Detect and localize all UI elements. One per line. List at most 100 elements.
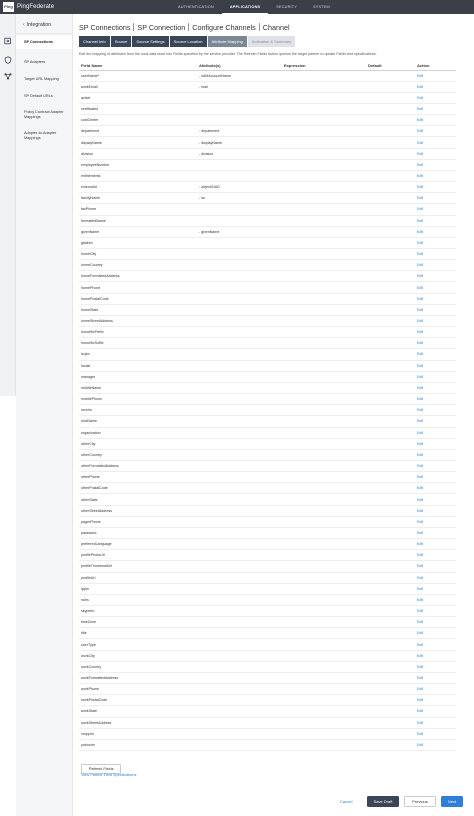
edit-link[interactable]: Edit	[417, 475, 423, 479]
edit-link[interactable]: Edit	[417, 665, 423, 669]
sidebar-item-adapter-to-adapter-mappings[interactable]: Adapter-to-Adapter Mappings	[16, 130, 72, 142]
edit-link[interactable]: Edit	[417, 531, 423, 535]
edit-link[interactable]: Edit	[417, 609, 423, 613]
edit-link[interactable]: Edit	[417, 709, 423, 713]
edit-link[interactable]: Edit	[417, 564, 423, 568]
sidebar-item-sp-default-urls[interactable]: SP Default URLs	[16, 92, 72, 100]
tab-source-location[interactable]: Source Location	[169, 36, 207, 47]
edit-link[interactable]: Edit	[417, 341, 423, 345]
edit-link[interactable]: Edit	[417, 687, 423, 691]
next-button[interactable]: Next	[441, 796, 463, 807]
edit-link[interactable]: Edit	[417, 107, 423, 111]
nav-applications[interactable]: APPLICATIONS	[221, 0, 269, 14]
edit-link[interactable]: Edit	[417, 464, 423, 468]
breadcrumb-item[interactable]: Configure Channels	[192, 23, 256, 32]
edit-link[interactable]: Edit	[417, 263, 423, 267]
edit-link[interactable]: Edit	[417, 587, 423, 591]
edit-link[interactable]: Edit	[417, 620, 423, 624]
edit-link[interactable]: Edit	[417, 319, 423, 323]
edit-link[interactable]: Edit	[417, 442, 423, 446]
edit-link[interactable]: Edit	[417, 509, 423, 513]
edit-link[interactable]: Edit	[417, 743, 423, 747]
edit-link[interactable]: Edit	[417, 520, 423, 524]
table-row: department - department Edit	[79, 125, 456, 138]
edit-link[interactable]: Edit	[417, 96, 423, 100]
edit-link[interactable]: Edit	[417, 676, 423, 680]
edit-link[interactable]: Edit	[417, 297, 423, 301]
edit-link[interactable]: Edit	[417, 241, 423, 245]
edit-link[interactable]: Edit	[417, 732, 423, 736]
edit-link[interactable]: Edit	[417, 185, 423, 189]
edit-link[interactable]: Edit	[417, 152, 423, 156]
edit-link[interactable]: Edit	[417, 141, 423, 145]
edit-link[interactable]: Edit	[417, 174, 423, 178]
tab-attribute-mapping[interactable]: Attribute Mapping	[207, 36, 247, 47]
shield-icon[interactable]	[3, 55, 13, 65]
tab-source[interactable]: Source	[110, 36, 132, 47]
nav-system[interactable]: SYSTEM	[305, 0, 338, 14]
breadcrumb-item[interactable]: SP Connection	[137, 23, 185, 32]
edit-link[interactable]: Edit	[417, 498, 423, 502]
applications-icon[interactable]	[3, 36, 13, 46]
share-icon[interactable]	[3, 71, 13, 81]
edit-link[interactable]: Edit	[417, 698, 423, 702]
attribute-cell	[199, 583, 284, 595]
edit-link[interactable]: Edit	[417, 542, 423, 546]
save-draft-button[interactable]: Save Draft	[367, 796, 399, 807]
edit-link[interactable]: Edit	[417, 397, 423, 401]
edit-link[interactable]: Edit	[417, 274, 423, 278]
sidebar-item-sp-adapters[interactable]: SP Adapters	[16, 58, 72, 66]
edit-link[interactable]: Edit	[417, 721, 423, 725]
tab-source-settings[interactable]: Source Settings	[132, 36, 169, 47]
default-cell	[368, 605, 417, 618]
edit-link[interactable]: Edit	[417, 330, 423, 334]
edit-link[interactable]: Edit	[417, 431, 423, 435]
previous-button[interactable]: Previous	[404, 796, 436, 807]
expression-cell	[284, 583, 368, 595]
breadcrumb-item[interactable]: SP Connections	[79, 23, 130, 32]
sidebar-item-target-url-mapping[interactable]: Target URL Mapping	[16, 75, 72, 83]
brand-logo[interactable]: Ping PingFederate	[0, 0, 54, 14]
sidebar-item-sp-connections[interactable]: SP Connections	[16, 36, 72, 49]
edit-link[interactable]: Edit	[417, 74, 423, 78]
sidebar-header[interactable]: ‹ Integration	[16, 14, 72, 34]
edit-link[interactable]: Edit	[417, 308, 423, 312]
edit-link[interactable]: Edit	[417, 453, 423, 457]
default-cell	[368, 192, 417, 205]
edit-link[interactable]: Edit	[417, 286, 423, 290]
edit-link[interactable]: Edit	[417, 196, 423, 200]
edit-link[interactable]: Edit	[417, 129, 423, 133]
edit-link[interactable]: Edit	[417, 631, 423, 635]
edit-link[interactable]: Edit	[417, 486, 423, 490]
edit-link[interactable]: Edit	[417, 364, 423, 368]
edit-link[interactable]: Edit	[417, 419, 423, 423]
edit-link[interactable]: Edit	[417, 598, 423, 602]
edit-link[interactable]: Edit	[417, 118, 423, 122]
edit-link[interactable]: Edit	[417, 576, 423, 580]
sidebar-item-policy-contract-adapter-mappings[interactable]: Policy Contract Adapter Mappings	[16, 109, 72, 121]
edit-link[interactable]: Edit	[417, 643, 423, 647]
field-name-cell: workFormattedAddress	[79, 672, 199, 685]
action-cell: Edit	[417, 404, 456, 417]
edit-link[interactable]: Edit	[417, 553, 423, 557]
edit-link[interactable]: Edit	[417, 352, 423, 356]
action-cell: Edit	[417, 382, 456, 395]
edit-link[interactable]: Edit	[417, 252, 423, 256]
default-cell	[368, 315, 417, 328]
edit-link[interactable]: Edit	[417, 408, 423, 412]
nav-security[interactable]: SECURITY	[268, 0, 305, 14]
edit-link[interactable]: Edit	[417, 163, 423, 167]
edit-link[interactable]: Edit	[417, 654, 423, 658]
edit-link[interactable]: Edit	[417, 207, 423, 211]
attribute-cell	[199, 471, 284, 484]
view-partner-field-specifications-link[interactable]: View Partner Field Specifications	[81, 773, 469, 777]
sidebar-item-label: SP Default URLs	[24, 93, 53, 98]
edit-link[interactable]: Edit	[417, 375, 423, 379]
edit-link[interactable]: Edit	[417, 219, 423, 223]
edit-link[interactable]: Edit	[417, 85, 423, 89]
cancel-button[interactable]: Cancel	[340, 796, 352, 807]
nav-authentication[interactable]: AUTHENTICATION	[170, 0, 222, 14]
edit-link[interactable]: Edit	[417, 386, 423, 390]
edit-link[interactable]: Edit	[417, 230, 423, 234]
tab-channel-info[interactable]: Channel Info	[79, 36, 110, 47]
